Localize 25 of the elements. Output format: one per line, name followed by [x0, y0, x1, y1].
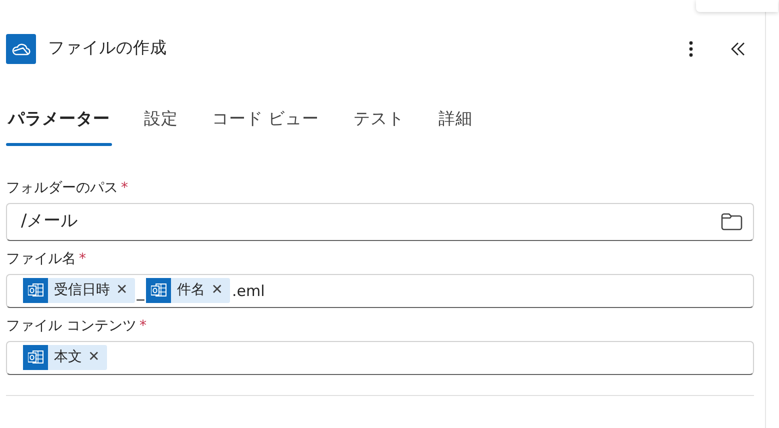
remove-button[interactable]: ✕ [116, 280, 135, 302]
mail-icon [23, 345, 48, 370]
mail-icon [146, 278, 172, 304]
folder-icon[interactable] [721, 212, 743, 232]
remove-button[interactable]: ✕ [88, 347, 107, 368]
tab[interactable]: テスト [351, 103, 406, 146]
folder-path-field[interactable]: /メール [6, 202, 754, 241]
field-text: .eml [232, 280, 265, 302]
token-field[interactable]: 受信日時 ✕ _ 件名 ✕ .eml [6, 274, 754, 308]
token-text: 本文 [53, 348, 83, 368]
field-text: _ [136, 282, 144, 304]
tab[interactable]: コード ビュー [210, 103, 322, 146]
panel-title: ファイルの作成 [48, 37, 167, 60]
tab[interactable]: パラメーター [6, 103, 112, 146]
token-text: 件名 [176, 281, 206, 300]
tab[interactable]: 設定 [142, 103, 180, 146]
mail-icon [23, 278, 48, 304]
token-text: 受信日時 [53, 281, 111, 300]
field-label: フォルダーのパス * [6, 178, 129, 198]
field-label: ファイル名 * [6, 250, 87, 269]
token-field[interactable]: 本文 ✕ [6, 340, 754, 375]
cloud-icon [6, 34, 36, 64]
remove-button[interactable]: ✕ [211, 280, 230, 302]
field-label: ファイル コンテンツ * [6, 316, 148, 336]
tab[interactable]: 詳細 [436, 103, 474, 146]
